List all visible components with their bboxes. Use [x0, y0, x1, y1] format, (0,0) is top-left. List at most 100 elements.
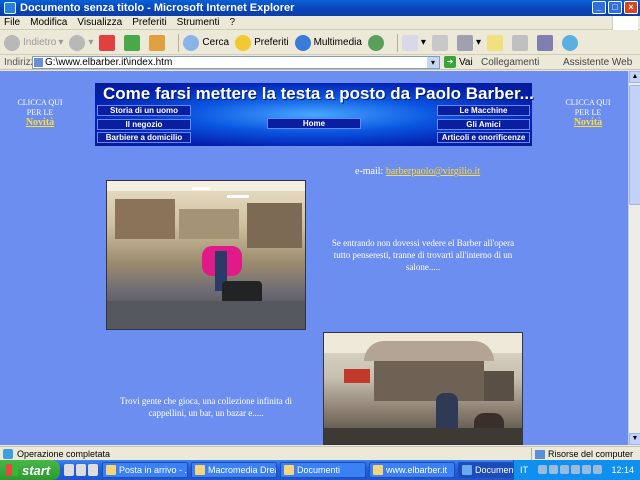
scroll-thumb[interactable] [629, 85, 640, 205]
task-label: Documenti [297, 465, 341, 475]
history-button[interactable] [367, 34, 387, 51]
address-dropdown-icon[interactable]: ▾ [427, 57, 439, 68]
stop-button[interactable] [99, 34, 118, 51]
toolbar: Indietro ▾ ▾ Cerca Preferiti Multimedia … [0, 31, 640, 55]
mail-button[interactable]: ▾ [401, 34, 426, 51]
discuss-button[interactable] [486, 34, 506, 51]
contacts-icon [561, 34, 578, 51]
left-promo: CLICCA QUI PER LE Novità [0, 98, 80, 128]
window-titlebar[interactable]: Documento senza titolo - Microsoft Inter… [0, 0, 640, 16]
page-content: CLICCA QUI PER LE Novità Come farsi mett… [0, 71, 628, 445]
edit-dropdown-icon[interactable]: ▾ [476, 37, 481, 48]
email-line: e-mail: barberpaolo@virgilio.it [355, 166, 480, 177]
minimize-button[interactable]: _ [592, 1, 606, 14]
web-assistant-button[interactable]: Assistente Web [563, 57, 632, 68]
menu-favorites[interactable]: Preferiti [132, 17, 166, 28]
scroll-down-icon[interactable]: ▼ [629, 433, 640, 445]
nav-domicilio-button[interactable]: Barbiere a domicilio [97, 132, 191, 143]
tray-icon[interactable] [538, 465, 547, 474]
shop-interior-photo [106, 180, 306, 330]
language-indicator[interactable]: IT [520, 465, 528, 475]
address-input[interactable]: G:\www.elbarber.it\index.htm ▾ [32, 56, 440, 69]
nav-articoli-button[interactable]: Articoli e onorificenze [437, 132, 530, 143]
left-promo-line1: CLICCA QUI [17, 98, 63, 107]
mail-icon [106, 465, 116, 475]
contacts-button[interactable] [561, 34, 581, 51]
menu-tools[interactable]: Strumenti [177, 17, 220, 28]
edit-icon [456, 34, 473, 51]
page-done-icon [3, 448, 13, 459]
task-label: Posta in arrivo - ... [119, 465, 188, 475]
nav-amici-button[interactable]: Gli Amici [437, 119, 530, 130]
clock[interactable]: 12:14 [611, 465, 634, 475]
page-icon [34, 58, 43, 67]
back-button[interactable]: Indietro ▾ [4, 34, 63, 51]
forward-dropdown-icon[interactable]: ▾ [88, 37, 93, 48]
task-outlook[interactable]: Posta in arrivo - ... [102, 462, 188, 478]
collection-text: Trovi gente che gioca, una collezione in… [119, 396, 293, 418]
search-icon [183, 34, 200, 51]
menu-edit[interactable]: Modifica [30, 17, 67, 28]
start-button[interactable]: start [0, 460, 60, 480]
tray-icon[interactable] [549, 465, 558, 474]
forward-arrow-icon [69, 34, 86, 51]
windows-flag-icon [6, 464, 18, 476]
address-bar: Indirizzo G:\www.elbarber.it\index.htm ▾… [0, 56, 640, 70]
back-dropdown-icon[interactable]: ▾ [58, 37, 63, 48]
ie-icon [462, 465, 472, 475]
menu-file[interactable]: File [4, 17, 20, 28]
right-promo-novita-link[interactable]: Novità [548, 118, 628, 128]
task-dreamweaver[interactable]: Macromedia Drea... [191, 462, 277, 478]
forward-button[interactable]: ▾ [69, 34, 93, 51]
home-button[interactable] [149, 34, 168, 51]
quicklaunch-item-icon[interactable] [64, 464, 74, 476]
favorites-label: Preferiti [254, 37, 289, 48]
edit-button[interactable]: ▾ [456, 34, 481, 51]
links-toolbar[interactable]: Collegamenti [481, 57, 539, 68]
refresh-icon [124, 34, 141, 51]
nav-home-button[interactable]: Home [267, 118, 361, 129]
email-link[interactable]: barberpaolo@virgilio.it [386, 166, 480, 177]
vertical-scrollbar[interactable]: ▲ ▼ [628, 71, 640, 445]
nav-storia-button[interactable]: Storia di un uomo [97, 105, 191, 116]
back-label: Indietro [23, 37, 57, 48]
left-promo-novita-link[interactable]: Novità [0, 118, 80, 128]
stop-icon [99, 34, 116, 51]
research-button[interactable] [536, 34, 556, 51]
windows-logo-icon [612, 16, 638, 30]
scroll-up-icon[interactable]: ▲ [629, 71, 640, 83]
menu-help[interactable]: ? [229, 17, 235, 28]
tray-icon[interactable] [582, 465, 591, 474]
menu-view[interactable]: Visualizza [77, 17, 122, 28]
dreamweaver-icon [195, 465, 205, 475]
messenger-button[interactable] [511, 34, 531, 51]
go-button[interactable]: ➔ Vai [444, 56, 473, 68]
nav-negozio-button[interactable]: Il negozio [97, 119, 191, 130]
refresh-button[interactable] [124, 34, 143, 51]
star-icon [235, 34, 252, 51]
multimedia-button[interactable]: Multimedia [294, 34, 362, 51]
status-text: Operazione completata [17, 448, 111, 459]
tray-icon[interactable] [571, 465, 580, 474]
ie-icon [4, 2, 16, 14]
mail-dropdown-icon[interactable]: ▾ [421, 37, 426, 48]
nav-macchine-button[interactable]: Le Macchine [437, 105, 530, 116]
back-arrow-icon [4, 34, 20, 51]
search-label: Cerca [202, 37, 230, 48]
close-button[interactable]: × [624, 1, 638, 14]
task-label: www.elbarber.it [386, 465, 448, 475]
quicklaunch-item-icon[interactable] [88, 464, 98, 476]
header-banner: Come farsi mettere la testa a posto da P… [95, 83, 534, 146]
quicklaunch-item-icon[interactable] [76, 464, 86, 476]
tray-icon[interactable] [560, 465, 569, 474]
search-button[interactable]: Cerca [183, 34, 230, 51]
favorites-button[interactable]: Preferiti [235, 34, 289, 51]
print-button[interactable] [431, 34, 451, 51]
tray-icon[interactable] [593, 465, 602, 474]
hats-collection-photo [323, 332, 523, 445]
task-documents[interactable]: Documenti [280, 462, 366, 478]
maximize-button[interactable]: □ [608, 1, 622, 14]
go-arrow-icon: ➔ [444, 56, 456, 68]
tray-icons [538, 465, 602, 474]
task-elbarber-folder[interactable]: www.elbarber.it [369, 462, 455, 478]
